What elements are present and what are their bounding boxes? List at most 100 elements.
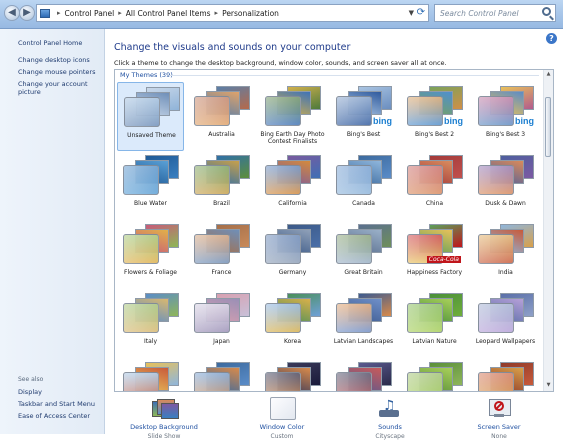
sounds-value: Cityscape <box>375 433 405 440</box>
theme-tile[interactable]: France <box>188 220 255 289</box>
theme-name: Germany <box>278 269 307 276</box>
theme-tile[interactable]: Latvian Landscapes <box>330 289 397 358</box>
theme-thumbnail: Coca-Cola <box>407 224 463 266</box>
search-input[interactable]: Search Control Panel <box>434 4 556 22</box>
breadcrumb-all-items[interactable]: All Control Panel Items <box>126 9 211 18</box>
theme-tile[interactable] <box>330 358 397 391</box>
theme-tile[interactable]: Unsaved Theme <box>117 82 184 151</box>
theme-tile[interactable]: bing Bing's Best <box>330 82 397 151</box>
theme-thumbnail <box>407 362 463 391</box>
theme-tile[interactable] <box>188 358 255 391</box>
taskbar-start-menu-link[interactable]: Taskbar and Start Menu <box>18 400 95 408</box>
theme-gallery[interactable]: My Themes (39) Unsaved Theme Australia Bin… <box>114 69 554 392</box>
theme-tile[interactable]: Flowers & Foliage <box>117 220 184 289</box>
theme-tile[interactable]: Blue Water <box>117 151 184 220</box>
coca-cola-logo: Coca-Cola <box>426 256 461 263</box>
theme-tile[interactable] <box>259 358 326 391</box>
my-themes-group-title[interactable]: My Themes (39) <box>120 71 173 79</box>
breadcrumb-control-panel[interactable]: Control Panel <box>65 9 115 18</box>
theme-thumbnail <box>123 224 179 266</box>
theme-thumbnail <box>194 155 250 197</box>
sounds-label[interactable]: Sounds <box>350 423 430 431</box>
display-link[interactable]: Display <box>18 388 42 396</box>
theme-tile[interactable]: Latvian Nature <box>401 289 468 358</box>
theme-tile[interactable]: India <box>472 220 539 289</box>
theme-tile[interactable]: China <box>401 151 468 220</box>
theme-thumbnail: bing <box>336 86 392 128</box>
scroll-down-icon[interactable]: ▼ <box>545 382 552 390</box>
theme-thumbnail <box>407 293 463 335</box>
theme-tile[interactable]: bing Bing's Best 3 <box>472 82 539 151</box>
change-account-picture-link[interactable]: Change your account picture <box>18 80 104 96</box>
theme-tile[interactable] <box>401 358 468 391</box>
chevron-down-icon[interactable]: ▼ <box>409 9 414 17</box>
theme-tile[interactable]: California <box>259 151 326 220</box>
ease-of-access-link[interactable]: Ease of Access Center <box>18 412 90 420</box>
forward-button[interactable]: ▶ <box>19 5 35 21</box>
scrollbar-thumb[interactable] <box>545 97 551 157</box>
theme-tile[interactable]: Coca-Cola Happiness Factory <box>401 220 468 289</box>
theme-tile[interactable]: Dusk & Dawn <box>472 151 539 220</box>
breadcrumb-arrow-icon[interactable]: ▸ <box>118 9 122 17</box>
theme-name: Dusk & Dawn <box>485 200 526 207</box>
theme-name: Brazil <box>213 200 230 207</box>
theme-tile[interactable]: Bing Earth Day Photo Contest Finalists <box>259 82 326 151</box>
theme-tile[interactable]: Japan <box>188 289 255 358</box>
page-title: Change the visuals and sounds on your co… <box>114 42 351 53</box>
window-color-label[interactable]: Window Color <box>242 423 322 431</box>
bing-logo: bing <box>444 116 463 126</box>
theme-name: Unsaved Theme <box>127 132 176 139</box>
theme-name: India <box>498 269 513 276</box>
screen-saver-icon <box>486 397 512 419</box>
theme-thumbnail <box>265 224 321 266</box>
control-panel-icon <box>40 8 50 18</box>
theme-thumbnail <box>478 155 534 197</box>
screen-saver-label[interactable]: Screen Saver <box>459 423 539 431</box>
theme-name: Bing's Best 2 <box>414 131 455 138</box>
breadcrumb-personalization[interactable]: Personalization <box>222 9 279 18</box>
theme-thumbnail <box>478 224 534 266</box>
scroll-up-icon[interactable]: ▲ <box>545 71 552 79</box>
theme-name: Japan <box>213 338 230 345</box>
refresh-icon[interactable]: ⟳ <box>417 7 425 18</box>
search-icon[interactable] <box>542 7 551 16</box>
theme-thumbnail <box>123 293 179 335</box>
desktop-background-label[interactable]: Desktop Background <box>124 423 204 431</box>
theme-name: France <box>211 269 232 276</box>
breadcrumb-arrow-icon[interactable]: ▸ <box>57 9 61 17</box>
theme-tile[interactable]: Great Britain <box>330 220 397 289</box>
theme-settings-bar: Desktop Background Slide Show Window Col… <box>114 397 554 440</box>
theme-thumbnail <box>194 362 250 391</box>
theme-thumbnail <box>336 293 392 335</box>
page-subtitle: Click a theme to change the desktop back… <box>114 59 447 67</box>
see-also-heading: See also <box>18 376 44 383</box>
theme-name: California <box>278 200 307 207</box>
theme-tile[interactable]: Italy <box>117 289 184 358</box>
address-bar[interactable]: ▸ Control Panel ▸ All Control Panel Item… <box>36 4 429 22</box>
theme-tile[interactable]: Korea <box>259 289 326 358</box>
theme-tile[interactable]: Leopard Wallpapers <box>472 289 539 358</box>
desktop-background-icon <box>151 397 179 419</box>
theme-tile[interactable]: Australia <box>188 82 255 151</box>
theme-tile[interactable]: Canada <box>330 151 397 220</box>
bing-logo: bing <box>373 116 392 126</box>
theme-thumbnail <box>265 293 321 335</box>
breadcrumb-arrow-icon[interactable]: ▸ <box>215 9 219 17</box>
theme-name: Bing Earth Day Photo Contest Finalists <box>260 131 325 145</box>
change-desktop-icons-link[interactable]: Change desktop icons <box>18 56 90 64</box>
control-panel-home-link[interactable]: Control Panel Home <box>18 39 82 47</box>
change-mouse-pointers-link[interactable]: Change mouse pointers <box>18 68 95 76</box>
help-icon[interactable]: ? <box>546 33 557 44</box>
theme-tile[interactable]: Brazil <box>188 151 255 220</box>
theme-tile[interactable]: bing Bing's Best 2 <box>401 82 468 151</box>
theme-thumbnail <box>194 86 250 128</box>
theme-tile[interactable] <box>472 358 539 391</box>
back-button[interactable]: ◀ <box>4 5 20 21</box>
theme-thumbnail <box>478 362 534 391</box>
bing-logo: bing <box>515 116 534 126</box>
theme-tile[interactable] <box>117 358 184 391</box>
theme-tile[interactable]: Germany <box>259 220 326 289</box>
theme-thumbnail <box>478 293 534 335</box>
vertical-scrollbar[interactable]: ▲ ▼ <box>543 70 553 391</box>
theme-name: Bing's Best 3 <box>485 131 526 138</box>
